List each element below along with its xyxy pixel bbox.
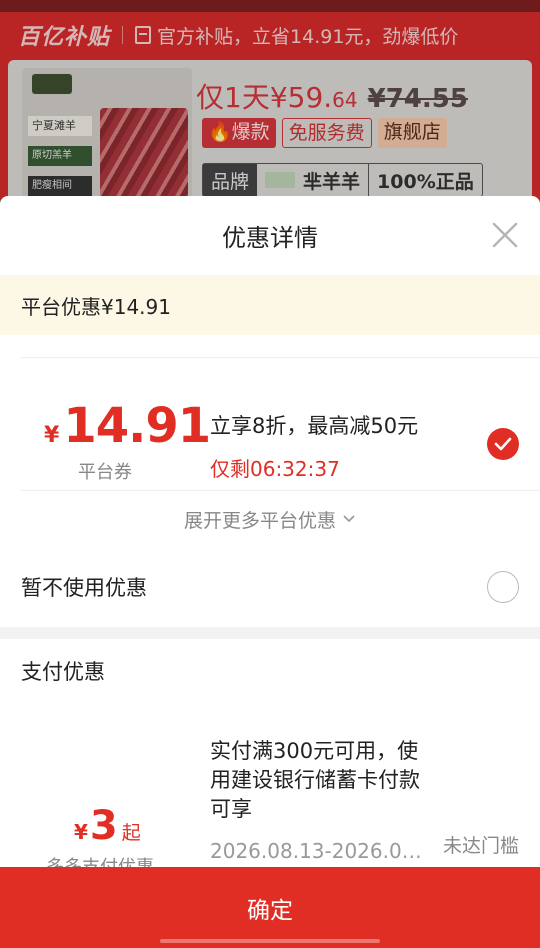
no-discount-option[interactable]: 暂不使用优惠 xyxy=(0,547,540,627)
price-row: 仅1天¥59.64 ¥74.55 xyxy=(196,76,468,116)
currency-symbol: ¥ xyxy=(74,820,88,844)
payment-discount-heading: 支付优惠 xyxy=(21,660,105,684)
close-icon xyxy=(492,222,518,248)
payment-offer-description: 实付满300元可用，使用建设银行储蓄卡付款可享 xyxy=(210,739,420,821)
status-bar xyxy=(0,0,540,12)
payment-offer-amount: ¥ 3 起 xyxy=(74,803,141,849)
confirm-button[interactable]: 确定 xyxy=(0,867,540,948)
payment-offer-date-range: 2026.08.13-2026.08.31 xyxy=(210,839,426,863)
brand-badge: 品牌 芈羊羊 100%正品 xyxy=(202,163,483,197)
expand-more-label: 展开更多平台优惠 xyxy=(183,509,336,532)
coupon-amount: ¥ 14.91 xyxy=(44,398,211,454)
thumbnail-label: 肥瘦相间 xyxy=(28,176,92,196)
chevron-down-icon xyxy=(343,515,355,523)
header-divider xyxy=(122,26,124,44)
section-gap xyxy=(0,627,540,639)
payment-offer-value: 3 xyxy=(89,803,118,849)
expand-more-platform-offers[interactable]: 展开更多平台优惠 xyxy=(0,491,540,547)
payment-offer-suffix: 起 xyxy=(121,822,141,844)
sheet-title: 优惠详情 xyxy=(222,224,318,252)
thumbnail-label: 宁夏滩羊 xyxy=(28,116,92,136)
product-tags: 🔥爆款 免服务费 旗舰店 xyxy=(202,118,447,148)
thumbnail-brand-tag xyxy=(32,74,72,94)
check-icon xyxy=(494,437,512,451)
coupon-value: 14.91 xyxy=(63,398,211,454)
coupon-countdown: 仅剩06:32:37 xyxy=(210,457,340,481)
authentic-label: 100%正品 xyxy=(368,164,482,196)
brand-label: 品牌 xyxy=(203,164,258,196)
coupon-selected-checkbox[interactable] xyxy=(487,428,519,460)
sheet-header: 优惠详情 xyxy=(0,196,540,275)
subsidy-icon xyxy=(135,26,152,44)
product-thumbnail: 宁夏滩羊 原切羔羊 肥瘦相间 xyxy=(22,68,192,200)
currency-symbol: ¥ xyxy=(44,423,60,448)
payment-offer-status: 未达门槛 xyxy=(442,835,519,857)
product-card: 宁夏滩羊 原切羔羊 肥瘦相间 仅1天¥59.64 ¥74.55 🔥爆款 免服务费… xyxy=(8,60,532,200)
free-service-tag: 免服务费 xyxy=(281,118,372,148)
no-discount-radio[interactable] xyxy=(487,571,519,603)
brand-logo xyxy=(265,172,296,188)
discount-details-sheet: 优惠详情 平台优惠¥14.91 ¥ 14.91 平台券 立享8折，最高减50元 … xyxy=(0,196,540,948)
platform-discount-banner: 平台优惠¥14.91 xyxy=(0,275,540,335)
no-discount-label: 暂不使用优惠 xyxy=(21,576,147,600)
close-button[interactable] xyxy=(490,220,520,250)
home-indicator xyxy=(160,939,380,943)
hot-tag: 🔥爆款 xyxy=(202,118,276,148)
meat-image xyxy=(100,108,188,198)
brand-name: 芈羊羊 xyxy=(303,170,361,193)
platform-coupon[interactable]: ¥ 14.91 平台券 立享8折，最高减50元 仅剩06:32:37 xyxy=(0,358,540,490)
subsidy-header: 百亿补贴 官方补贴，立省14.91元，劲爆低价 xyxy=(0,12,540,58)
flagship-tag: 旗舰店 xyxy=(377,118,447,148)
original-price: ¥74.55 xyxy=(367,84,468,114)
subsidy-logo: 百亿补贴 xyxy=(18,25,111,50)
thumbnail-label: 原切羔羊 xyxy=(28,146,92,166)
subsidy-subtitle: 官方补贴，立省14.91元，劲爆低价 xyxy=(157,25,459,48)
background-product-page: 百亿补贴 官方补贴，立省14.91元，劲爆低价 宁夏滩羊 原切羔羊 肥瘦相间 仅… xyxy=(0,0,540,200)
coupon-description: 立享8折，最高减50元 xyxy=(210,414,419,438)
coupon-kind: 平台券 xyxy=(78,462,132,483)
current-price: 仅1天¥59.64 xyxy=(196,81,358,114)
